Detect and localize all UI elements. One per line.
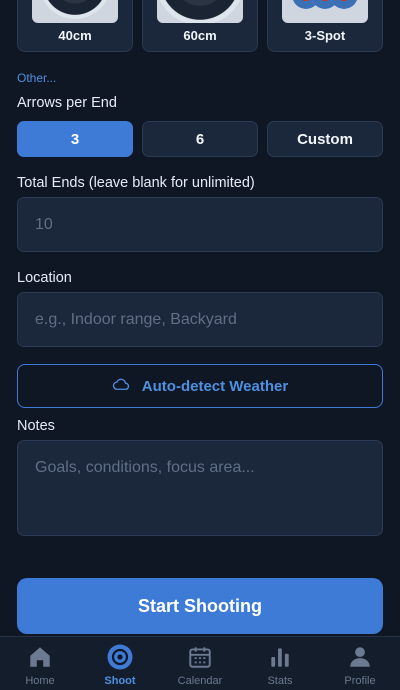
calendar-icon — [187, 644, 213, 675]
notes-textarea[interactable] — [17, 440, 383, 536]
arrows-option-6[interactable]: 6 — [142, 121, 258, 157]
tab-shoot[interactable]: Shoot — [80, 637, 160, 690]
target-option-label: 40cm — [58, 28, 92, 43]
total-ends-input[interactable] — [17, 197, 383, 252]
target-option-60cm[interactable]: 60cm — [142, 0, 258, 52]
location-label: Location — [17, 270, 72, 286]
target-option-3-spot[interactable]: 3-Spot — [267, 0, 383, 52]
target-option-label: 3-Spot — [304, 28, 346, 43]
start-shooting-label: Start Shooting — [138, 595, 262, 616]
auto-detect-weather-label: Auto-detect Weather — [141, 377, 289, 395]
tab-stats[interactable]: Stats — [240, 637, 320, 690]
target-40cm-image — [32, 0, 118, 23]
arrows-option-custom[interactable]: Custom — [267, 121, 383, 157]
target-3-spot-image — [282, 0, 368, 23]
tab-calendar-label: Calendar — [177, 675, 223, 687]
target-face-selector: 40cm 60cm 3-Spot — [17, 0, 383, 52]
tab-home-label: Home — [25, 675, 55, 687]
other-targets-link[interactable]: Other... — [17, 71, 56, 85]
total-ends-label: Total Ends (leave blank for unlimited) — [17, 175, 255, 191]
auto-detect-weather-button[interactable]: Auto-detect Weather — [17, 364, 383, 408]
tab-profile[interactable]: Profile — [320, 637, 400, 690]
tab-stats-label: Stats — [267, 675, 293, 687]
target-60cm-image — [157, 0, 243, 23]
tab-home[interactable]: Home — [0, 637, 80, 690]
target-option-40cm[interactable]: 40cm — [17, 0, 133, 52]
target-option-label: 60cm — [183, 28, 217, 43]
tab-shoot-label: Shoot — [104, 675, 136, 687]
location-input[interactable] — [17, 292, 383, 347]
arrows-option-3[interactable]: 3 — [17, 121, 133, 157]
arrows-per-end-selector: 3 6 Custom — [17, 121, 383, 157]
tab-calendar[interactable]: Calendar — [160, 637, 240, 690]
person-icon — [347, 644, 373, 675]
arrows-per-end-label: Arrows per End — [17, 95, 117, 111]
home-icon — [27, 644, 53, 675]
cloud-icon — [112, 377, 130, 395]
target-icon — [107, 644, 133, 675]
notes-label: Notes — [17, 418, 55, 434]
bottom-tab-bar: Home Shoot Calendar Stats Profile — [0, 636, 400, 690]
start-shooting-button[interactable]: Start Shooting — [17, 578, 383, 634]
tab-profile-label: Profile — [344, 675, 376, 687]
bar-chart-icon — [267, 644, 293, 675]
